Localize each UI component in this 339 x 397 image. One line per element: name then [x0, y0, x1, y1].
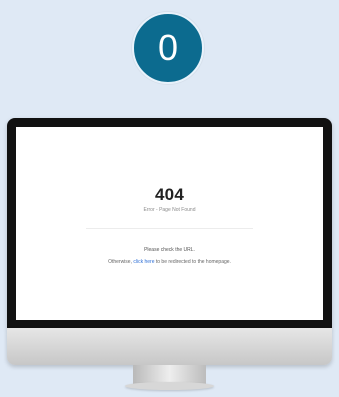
monitor-bezel: 404 Error - Page Not Found Please check …	[7, 118, 332, 328]
redirect-suffix: to be redirected to the homepage.	[155, 259, 231, 265]
error-code: 404	[155, 185, 184, 204]
redirect-message: Otherwise, click here to be redirected t…	[16, 259, 323, 265]
redirect-prefix: Otherwise,	[108, 259, 134, 265]
step-number-badge: 0	[132, 12, 204, 84]
monitor-chin	[7, 328, 332, 365]
content-divider	[86, 228, 253, 229]
click-here-link[interactable]: click here	[133, 259, 154, 265]
error-subtitle: Error - Page Not Found	[143, 207, 196, 213]
help-text: Please check the URL.	[144, 247, 195, 253]
step-number-label: 0	[157, 27, 179, 68]
monitor-screen: 404 Error - Page Not Found Please check …	[16, 127, 323, 320]
monitor-illustration: 404 Error - Page Not Found Please check …	[7, 118, 332, 396]
monitor-stand-base	[125, 382, 214, 390]
